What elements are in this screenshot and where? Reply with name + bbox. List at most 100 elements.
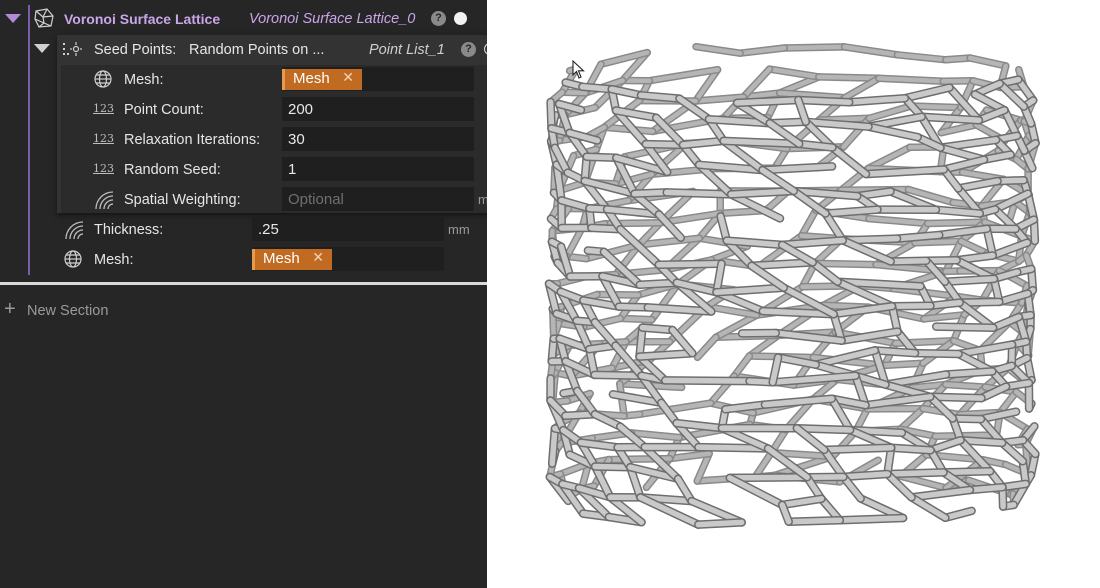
random-seed-value: 1 xyxy=(288,161,297,178)
mesh-chip[interactable]: Mesh ✕ xyxy=(252,249,332,270)
lattice-strut xyxy=(579,84,615,92)
lattice-strut xyxy=(731,353,752,379)
lattice-strut xyxy=(549,425,558,467)
thickness-unit: mm xyxy=(448,222,470,237)
relaxation-label: Relaxation Iterations: xyxy=(124,132,261,148)
lattice-strut xyxy=(882,361,926,368)
collapse-triangle-icon[interactable] xyxy=(5,14,21,24)
relaxation-field[interactable]: 30 xyxy=(282,127,474,151)
lattice-strut xyxy=(837,515,906,524)
lattice-strut xyxy=(782,44,847,51)
lattice-strut xyxy=(662,377,753,384)
number-icon: 123 xyxy=(93,132,114,145)
lattice-strut xyxy=(821,444,894,453)
lattice-strut xyxy=(829,144,869,177)
thickness-value: .25 xyxy=(258,221,279,238)
help-icon[interactable]: ? xyxy=(461,42,476,57)
lattice-strut xyxy=(888,444,934,453)
random-seed-label: Random Seed: xyxy=(124,162,221,178)
section-divider xyxy=(0,282,487,285)
field-icon xyxy=(95,191,114,210)
properties-panel: Voronoi Surface Lattice Voronoi Surface … xyxy=(0,0,507,588)
lattice-strut xyxy=(912,239,964,245)
lattice-strut xyxy=(812,261,879,267)
lattice-strut xyxy=(591,372,645,379)
point-count-label: Point Count: xyxy=(124,102,204,118)
new-section-button[interactable]: + New Section xyxy=(4,298,144,323)
active-dot-icon[interactable] xyxy=(454,12,467,25)
lattice-strut xyxy=(943,368,996,378)
lattice-strut xyxy=(884,469,947,477)
lattice-strut xyxy=(816,74,882,81)
lattice-strut xyxy=(695,334,719,360)
point-count-field[interactable]: 200 xyxy=(282,97,474,121)
mesh-input-label: Mesh: xyxy=(124,72,164,88)
random-seed-field[interactable]: 1 xyxy=(282,157,474,181)
lattice-title: Voronoi Surface Lattice xyxy=(64,11,221,27)
seed-points-label: Seed Points: xyxy=(94,42,177,58)
lattice-strut xyxy=(933,206,983,217)
mesh-chip[interactable]: Mesh ✕ xyxy=(282,69,362,90)
lattice-header[interactable]: Voronoi Surface Lattice Voronoi Surface … xyxy=(0,5,487,33)
mesh-field[interactable]: Mesh ✕ xyxy=(252,247,444,271)
viewport[interactable] xyxy=(487,0,1100,588)
lattice-strut xyxy=(933,323,996,331)
lattice-strut xyxy=(940,78,976,84)
lattice-strut xyxy=(933,432,999,439)
remove-icon[interactable]: ✕ xyxy=(342,69,354,86)
lattice-strut xyxy=(876,76,946,84)
relaxation-value: 30 xyxy=(288,131,305,148)
lattice-strut xyxy=(618,316,655,322)
lattice-strut xyxy=(748,259,816,269)
lattice-strut xyxy=(872,347,918,356)
globe-icon xyxy=(64,250,82,268)
spatial-weighting-label: Spatial Weighting: xyxy=(124,192,241,208)
field-icon xyxy=(65,221,84,240)
lattice-strut xyxy=(958,239,990,256)
help-icon[interactable]: ? xyxy=(431,11,446,26)
new-section-label: New Section xyxy=(27,303,109,319)
spatial-weighting-placeholder: Optional xyxy=(288,191,344,208)
lattice-strut xyxy=(898,473,949,491)
thickness-field[interactable]: .25 xyxy=(252,217,444,241)
seed-points-value[interactable]: Random Points on ... xyxy=(189,42,324,58)
lattice-strut xyxy=(918,114,982,123)
mouse-cursor-icon xyxy=(572,60,585,79)
voronoi-lattice-render xyxy=(544,42,1040,529)
lattice-strut xyxy=(695,519,745,528)
lattice-strut xyxy=(908,494,949,521)
collapse-triangle-icon[interactable] xyxy=(34,44,50,54)
lattice-strut xyxy=(785,517,843,525)
lattice-strut xyxy=(636,350,696,360)
lattice-strut xyxy=(925,219,987,226)
lattice-strut xyxy=(799,208,819,238)
lattice-strut xyxy=(759,163,835,173)
lattice-strut xyxy=(631,189,670,197)
lattice-strut xyxy=(728,188,797,198)
mesh-input-field[interactable]: Mesh ✕ xyxy=(282,67,474,91)
lattice-strut xyxy=(912,350,962,357)
point-count-value: 200 xyxy=(288,101,314,118)
lattice-strut xyxy=(639,324,676,333)
spatial-weighting-field[interactable]: Optional xyxy=(282,187,474,211)
lattice-node-icon xyxy=(34,8,54,28)
lattice-strut xyxy=(727,474,810,481)
number-icon: 123 xyxy=(93,162,114,175)
lattice-strut xyxy=(908,487,973,501)
globe-icon xyxy=(94,70,112,88)
mesh-label: Mesh: xyxy=(94,252,134,268)
lattice-strut xyxy=(927,394,985,401)
lattice-strut xyxy=(887,257,929,265)
remove-icon[interactable]: ✕ xyxy=(312,249,324,266)
seed-points-instance: Point List_1 xyxy=(369,42,445,58)
lattice-strut xyxy=(927,299,963,309)
lattice-strut xyxy=(638,92,683,102)
lattice-strut xyxy=(894,232,943,242)
lattice-strut xyxy=(942,276,997,285)
lattice-strut xyxy=(663,189,734,198)
number-icon: 123 xyxy=(93,102,114,115)
lattice-strut xyxy=(734,97,802,106)
lattice-strut xyxy=(955,178,1001,192)
lattice-strut xyxy=(583,153,620,161)
lattice-instance-name: Voronoi Surface Lattice_0 xyxy=(249,11,416,27)
